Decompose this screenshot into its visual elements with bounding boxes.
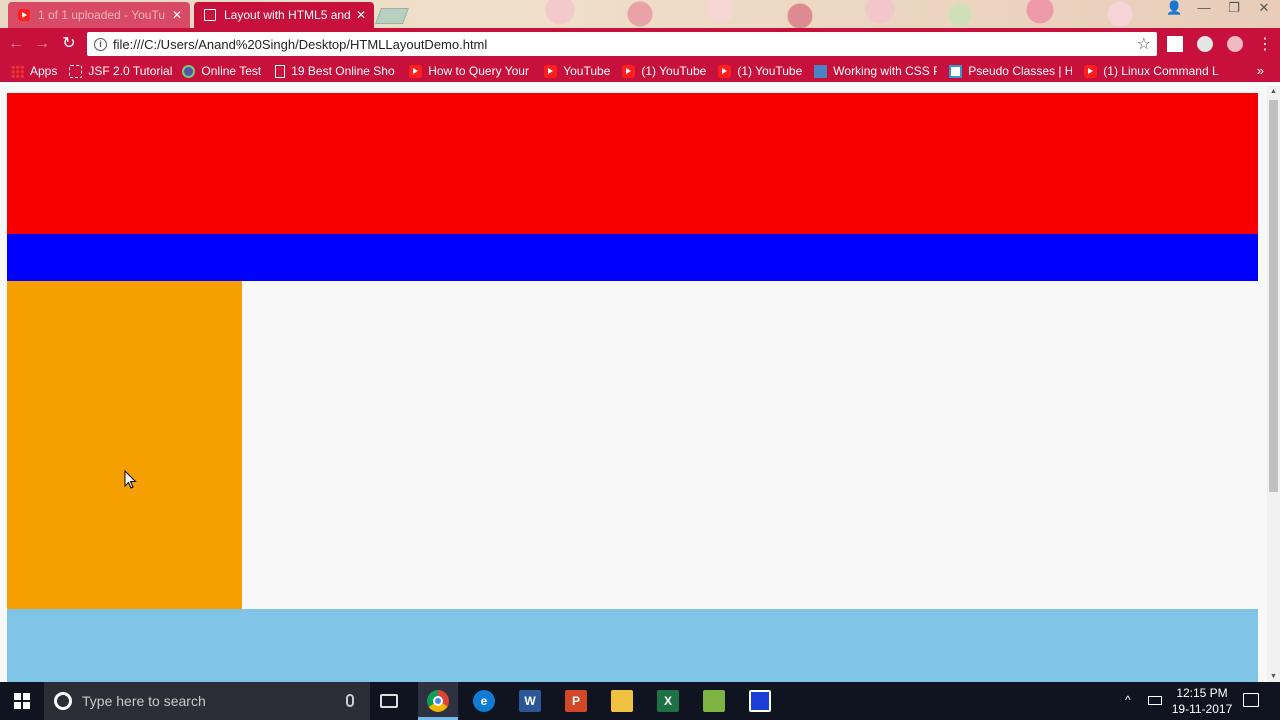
edge-taskbar-icon[interactable]: e	[473, 690, 495, 712]
main-section	[242, 281, 1258, 609]
youtube-icon	[1084, 64, 1098, 78]
clock-date: 19-11-2017	[1171, 702, 1233, 716]
close-window-icon[interactable]: ✕	[1256, 0, 1272, 16]
bookmark-item[interactable]: (1) YouTube	[718, 64, 802, 78]
youtube-icon	[718, 64, 732, 78]
bookmark-item[interactable]: YouTube	[544, 64, 610, 78]
tab-label: Layout with HTML5 and	[224, 8, 351, 22]
bookmark-item[interactable]: JSF 2.0 Tutorial	[69, 64, 172, 78]
mouse-cursor-icon	[124, 470, 137, 489]
taskbar-clock[interactable]: 12:15 PM 19-11-2017	[1170, 685, 1234, 717]
extension-icon[interactable]	[1167, 36, 1183, 52]
cortana-icon	[54, 692, 72, 710]
clock-time: 12:15 PM	[1176, 686, 1228, 700]
bookmark-apps[interactable]: Apps	[11, 64, 57, 78]
footer-section	[7, 609, 1258, 682]
info-icon[interactable]: i	[94, 37, 107, 51]
tab-youtube-upload[interactable]: 1 of 1 uploaded - YouTu ✕	[8, 2, 190, 28]
extension-icon[interactable]	[1197, 36, 1213, 52]
bookmarks-bar: Apps JSF 2.0 Tutorial Online Test 19 Bes…	[0, 60, 1280, 82]
chrome-taskbar-icon[interactable]	[427, 690, 449, 712]
globe-icon	[182, 64, 196, 78]
excel-taskbar-icon[interactable]: X	[657, 690, 679, 712]
bookmark-label: JSF 2.0 Tutorial	[88, 64, 173, 78]
title-bar: 1 of 1 uploaded - YouTu ✕ Layout with HT…	[0, 0, 1280, 28]
screen-recorder-taskbar-icon[interactable]	[749, 690, 771, 712]
file-explorer-taskbar-icon[interactable]	[611, 690, 633, 712]
bookmark-item[interactable]: Pseudo Classes | HTM	[949, 64, 1072, 78]
scroll-thumb[interactable]	[1269, 100, 1278, 492]
page-favicon-icon	[204, 9, 216, 21]
task-view-icon[interactable]	[380, 694, 398, 708]
minimize-icon[interactable]: —	[1196, 0, 1212, 16]
show-hidden-icons-icon[interactable]: ^	[1125, 693, 1131, 707]
bookmark-label: (1) Linux Command L	[1103, 64, 1219, 78]
bookmark-item[interactable]: 19 Best Online Shopp	[275, 64, 395, 78]
microphone-icon[interactable]	[346, 694, 354, 707]
restore-icon[interactable]: ❐	[1226, 0, 1242, 16]
tab-close-icon[interactable]: ✕	[356, 8, 366, 22]
chrome-menu-icon[interactable]: ⋮	[1257, 34, 1273, 54]
action-center-icon[interactable]	[1243, 693, 1259, 707]
youtube-icon	[544, 64, 558, 78]
scroll-down-icon[interactable]: ▼	[1270, 673, 1277, 680]
page-viewport	[0, 82, 1267, 682]
more-bookmarks-icon[interactable]: »	[1257, 63, 1264, 78]
reload-button[interactable]: ↻	[59, 34, 79, 54]
bookmark-item[interactable]: (1) Linux Command L	[1084, 64, 1223, 78]
apps-grid-icon	[11, 64, 24, 78]
dashed-page-icon	[69, 64, 83, 78]
header-section	[7, 93, 1258, 234]
profile-icon[interactable]: 👤	[1166, 0, 1182, 16]
blog-icon	[814, 64, 828, 78]
tab-label: 1 of 1 uploaded - YouTu	[38, 8, 165, 22]
taskbar-search-box[interactable]: Type here to search	[44, 682, 370, 720]
bookmark-label: Pseudo Classes | HTM	[968, 64, 1073, 78]
extension-icon[interactable]	[1227, 36, 1243, 52]
bookmark-label: (1) YouTube	[641, 64, 707, 78]
forward-button[interactable]: →	[32, 34, 52, 54]
bookmark-label: Working with CSS Ps	[833, 64, 938, 78]
url-text[interactable]: file:///C:/Users/Anand%20Singh/Desktop/H…	[113, 37, 487, 52]
battery-icon[interactable]	[1148, 696, 1162, 705]
bookmark-star-icon[interactable]: ☆	[1137, 34, 1151, 54]
windows-taskbar: Type here to search e W P X ^ 12:15 PM 1…	[0, 682, 1280, 720]
youtube-icon	[409, 64, 423, 78]
bookmark-label: 19 Best Online Shopp	[291, 64, 395, 78]
bookmark-label: Online Test	[201, 64, 262, 78]
bookmark-item[interactable]: How to Query Your D	[409, 64, 532, 78]
scroll-up-icon[interactable]: ▲	[1270, 88, 1277, 95]
image-icon	[949, 64, 963, 78]
bookmark-label: How to Query Your D	[428, 64, 533, 78]
bookmark-label: YouTube	[563, 64, 611, 78]
back-button[interactable]: ←	[6, 34, 26, 54]
address-bar[interactable]: i file:///C:/Users/Anand%20Singh/Desktop…	[87, 32, 1157, 56]
search-placeholder: Type here to search	[82, 693, 206, 709]
bookmark-label: Apps	[30, 64, 58, 78]
bookmark-item[interactable]: Working with CSS Ps	[814, 64, 937, 78]
bookmark-label: (1) YouTube	[737, 64, 803, 78]
youtube-favicon-icon	[18, 9, 30, 21]
nav-section	[7, 234, 1258, 281]
vertical-scrollbar[interactable]: ▲ ▼	[1267, 86, 1280, 682]
window-controls: 👤 — ❐ ✕	[1166, 0, 1272, 16]
tab-close-icon[interactable]: ✕	[172, 8, 182, 22]
new-tab-button[interactable]	[375, 8, 409, 24]
notepad-taskbar-icon[interactable]	[703, 690, 725, 712]
bookmark-item[interactable]: Online Test	[182, 64, 261, 78]
bookmark-item[interactable]: (1) YouTube	[622, 64, 706, 78]
word-taskbar-icon[interactable]: W	[519, 690, 541, 712]
tab-layout-demo[interactable]: Layout with HTML5 and ✕	[194, 2, 374, 28]
browser-toolbar: ← → ↻ i file:///C:/Users/Anand%20Singh/D…	[0, 28, 1280, 60]
powerpoint-taskbar-icon[interactable]: P	[565, 690, 587, 712]
page-icon	[275, 64, 286, 78]
windows-start-icon[interactable]	[14, 693, 30, 709]
youtube-icon	[622, 64, 636, 78]
aside-section	[7, 281, 242, 609]
